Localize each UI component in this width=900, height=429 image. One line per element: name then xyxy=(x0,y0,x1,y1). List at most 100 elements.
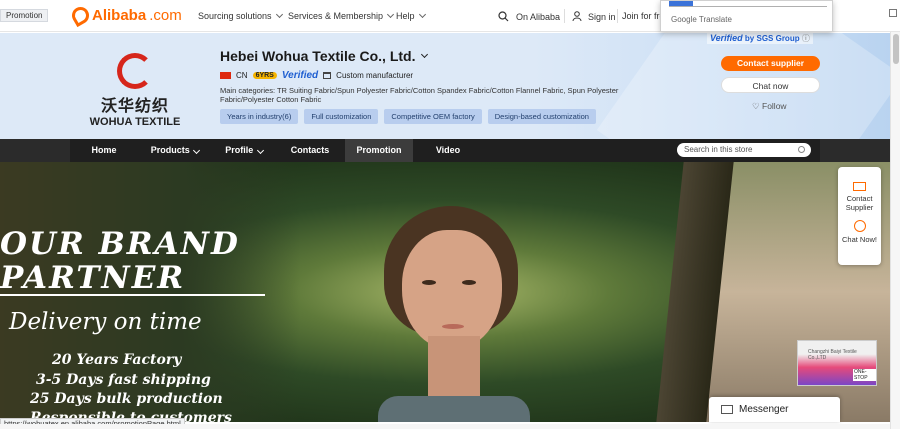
translate-progress xyxy=(669,1,827,7)
factory-icon xyxy=(323,72,332,79)
tag-years-in-industry[interactable]: Years in industry(6) xyxy=(220,109,299,124)
chevron-down-icon xyxy=(418,10,426,19)
chat-now-widget-button[interactable]: Chat Now! xyxy=(838,220,881,244)
alibaba-logo-icon xyxy=(68,3,93,28)
nav-help[interactable]: Help xyxy=(396,10,426,21)
banner-bullet: 20 Years Factory xyxy=(52,352,182,368)
portrait-face xyxy=(402,230,502,350)
nav-label: Sourcing solutions xyxy=(198,11,272,21)
info-icon: ⓘ xyxy=(801,34,810,43)
banner-model-portrait xyxy=(378,206,530,422)
tab-home[interactable]: Home xyxy=(72,139,136,162)
ad-company-text: Changzhi Baiyi Textile Co.,LTD xyxy=(808,349,857,361)
capability-tags: Years in industry(6) Full customization … xyxy=(220,109,596,124)
sign-in-link[interactable]: Sign in xyxy=(572,11,616,22)
alibaba-logo[interactable]: Alibaba .com xyxy=(68,3,182,28)
follow-label: Follow xyxy=(762,101,787,111)
google-translate-label: Google Translate xyxy=(671,15,732,24)
company-logo-icon xyxy=(117,53,153,89)
tab-label: Contacts xyxy=(290,145,330,155)
portrait-eye xyxy=(462,280,476,285)
tab-label: Video xyxy=(435,145,461,155)
vertical-scrollbar[interactable] xyxy=(890,32,900,429)
supplier-type: Custom manufacturer xyxy=(336,71,414,80)
tab-contacts[interactable]: Contacts xyxy=(280,139,340,162)
banner-delivery-text: Delivery on time xyxy=(9,309,202,335)
chevron-down-icon xyxy=(275,10,283,19)
tab-label: Products xyxy=(150,145,190,155)
nav-label: Help xyxy=(396,11,415,21)
main-categories: Main categories: TR Suiting Fabric/Spun … xyxy=(220,86,619,104)
ad-thumbnail[interactable]: Changzhi Baiyi Textile Co.,LTD ONE-STOP xyxy=(797,340,877,386)
tab-video[interactable]: Video xyxy=(420,139,476,162)
tag-design-customization[interactable]: Design-based customization xyxy=(487,109,596,124)
promotion-tab-label: Promotion xyxy=(0,9,49,22)
banner-headline-1: OUR BRAND xyxy=(0,226,240,262)
heart-icon: ♡ xyxy=(752,101,760,111)
user-icon xyxy=(572,11,582,22)
chevron-down-icon xyxy=(420,50,428,59)
nav-services-membership[interactable]: Services & Membership xyxy=(288,10,395,21)
tab-profile[interactable]: Profile xyxy=(214,139,274,162)
verified-badge[interactable]: Verified xyxy=(282,70,318,81)
divider xyxy=(617,9,618,23)
company-logo-en: WOHUA TEXTILE xyxy=(89,116,181,128)
ad-one-stop-text: ONE-STOP xyxy=(853,369,876,381)
horizontal-scrollbar[interactable] xyxy=(0,424,890,429)
floating-contact-widget: Contact Supplier Chat Now! xyxy=(838,167,881,265)
chevron-down-icon xyxy=(256,146,264,155)
portrait-lips xyxy=(442,324,464,329)
join-label: Join for fre xyxy=(622,11,665,21)
tab-label: Profile xyxy=(225,145,254,155)
banner-headline-2: PARTNER xyxy=(0,260,186,296)
tag-full-customization[interactable]: Full customization xyxy=(304,109,379,124)
chat-now-button[interactable]: Chat now xyxy=(721,77,820,93)
store-navigation: Home Products Profile Contacts Promotion… xyxy=(0,139,890,162)
company-name[interactable]: Hebei Wohua Textile Co., Ltd. xyxy=(220,48,428,64)
banner-underline xyxy=(0,294,265,296)
company-header: 沃华纺织 WOHUA TEXTILE Hebei Wohua Textile C… xyxy=(0,33,890,139)
company-logo-cn: 沃华纺织 xyxy=(100,96,169,115)
contact-supplier-button[interactable]: Contact supplier xyxy=(721,56,820,71)
widget-chat-label: Chat Now! xyxy=(841,235,877,244)
portrait-dress xyxy=(378,396,530,422)
widget-contact-label: Contact Supplier xyxy=(845,194,874,212)
banner-bullet: 3-5 Days fast shipping xyxy=(36,372,211,388)
sgs-by-text: by SGS Group xyxy=(744,34,800,43)
search-icon xyxy=(798,146,805,153)
store-search-input[interactable]: Search in this store xyxy=(677,143,811,157)
banner-bullet: 25 Days bulk production xyxy=(30,391,223,407)
search-icon xyxy=(498,11,509,22)
chevron-down-icon xyxy=(193,146,201,155)
company-name-text: Hebei Wohua Textile Co., Ltd. xyxy=(220,48,416,64)
store-search-placeholder: Search in this store xyxy=(684,145,753,154)
nav-label: Services & Membership xyxy=(288,11,384,21)
on-alibaba-label: On Alibaba xyxy=(516,11,561,22)
follow-button[interactable]: ♡ Follow xyxy=(752,101,787,112)
country-code: CN xyxy=(236,71,248,80)
messenger-icon xyxy=(721,405,733,414)
promotion-banner[interactable]: OUR BRAND PARTNER Delivery on time 20 Ye… xyxy=(0,162,890,422)
mail-icon xyxy=(853,182,866,191)
checkbox-icon[interactable] xyxy=(889,9,897,17)
tab-products[interactable]: Products xyxy=(140,139,210,162)
tab-label: Home xyxy=(91,145,117,155)
scrollbar-thumb[interactable] xyxy=(893,34,899,64)
tab-promotion[interactable]: Promotion xyxy=(345,139,413,162)
contact-supplier-widget-button[interactable]: Contact Supplier xyxy=(838,182,881,212)
search-on-alibaba[interactable]: On Alibaba xyxy=(498,11,560,22)
join-link[interactable]: Join for fre xyxy=(622,11,665,21)
sign-in-label: Sign in xyxy=(588,11,616,22)
messenger-label: Messenger xyxy=(739,404,789,415)
nav-sourcing-solutions[interactable]: Sourcing solutions xyxy=(198,10,283,21)
years-badge: 6YRS xyxy=(252,72,277,79)
logo-suffix: .com xyxy=(149,7,182,24)
tab-label: Promotion xyxy=(356,145,402,155)
tag-oem-factory[interactable]: Competitive OEM factory xyxy=(384,109,482,124)
company-logo[interactable]: 沃华纺织 WOHUA TEXTILE xyxy=(80,53,190,139)
sgs-verified-badge[interactable]: Verified by SGS Group ⓘ xyxy=(707,33,813,44)
sgs-verified-text: Verified xyxy=(710,33,743,43)
messenger-bar[interactable]: Messenger xyxy=(709,397,840,422)
chevron-down-icon xyxy=(387,10,395,19)
google-translate-popup[interactable]: Google Translate xyxy=(660,0,833,32)
